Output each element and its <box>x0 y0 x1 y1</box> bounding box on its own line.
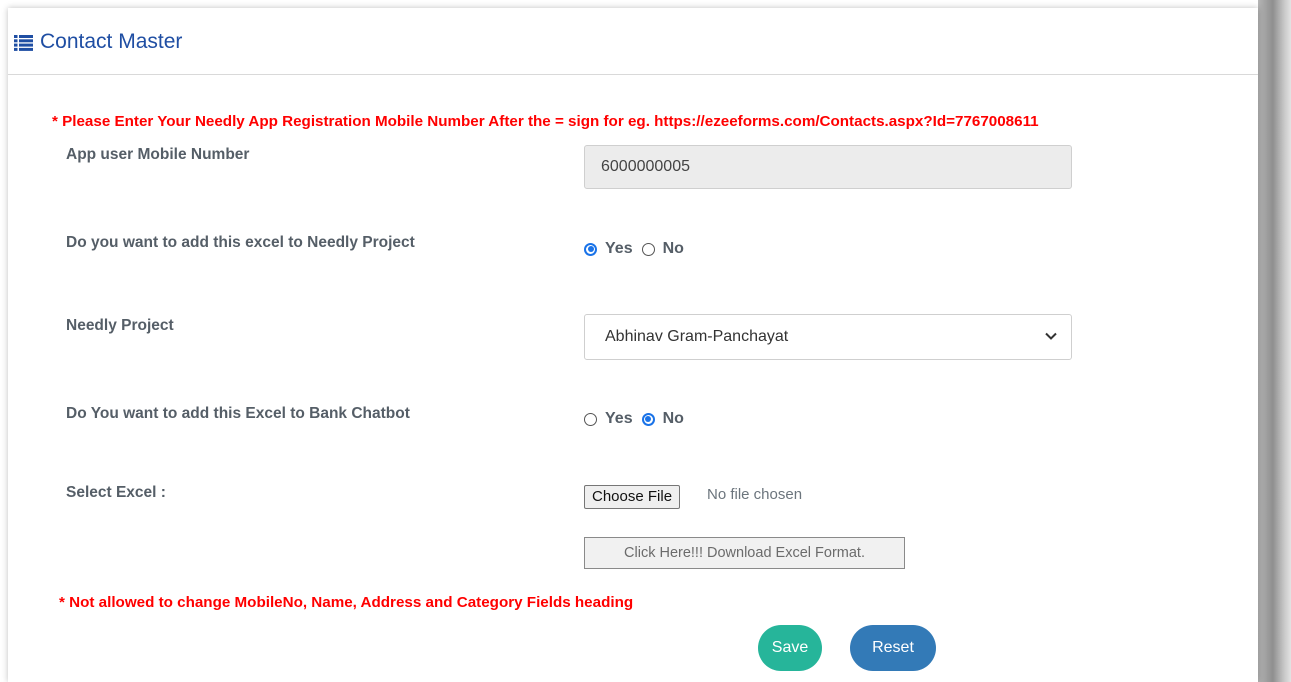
page-title: Contact Master <box>40 30 183 53</box>
reset-button[interactable]: Reset <box>850 625 936 671</box>
panel-header: Contact Master <box>8 8 1258 75</box>
add-to-bank-yes-radio[interactable] <box>584 412 597 426</box>
download-excel-format-button[interactable]: Click Here!!! Download Excel Format. <box>584 537 905 569</box>
mobile-number-notice: * Please Enter Your Needly App Registrat… <box>52 113 1039 130</box>
mobile-number-label: App user Mobile Number <box>66 146 250 163</box>
fields-heading-notice: * Not allowed to change MobileNo, Name, … <box>59 594 634 611</box>
add-to-bank-radio-group: Yes No <box>584 410 693 428</box>
list-icon <box>14 35 33 51</box>
contact-master-panel: Contact Master * Please Enter Your Needl… <box>8 8 1258 682</box>
select-excel-label: Select Excel : <box>66 484 166 501</box>
add-to-project-radio-group: Yes No <box>584 240 693 258</box>
choose-file-button[interactable]: Choose File <box>584 485 681 509</box>
needly-project-label: Needly Project <box>66 317 174 334</box>
chevron-down-icon <box>1045 332 1057 340</box>
add-to-bank-no-label[interactable]: No <box>663 410 684 428</box>
add-to-project-yes-label[interactable]: Yes <box>605 240 633 258</box>
file-status-text: No file chosen <box>707 486 803 503</box>
add-to-bank-label: Do You want to add this Excel to Bank Ch… <box>66 405 410 422</box>
add-to-bank-no-radio[interactable] <box>641 412 655 426</box>
add-to-project-yes-radio[interactable] <box>584 242 597 256</box>
needly-project-selected-value: Abhinav Gram-Panchayat <box>605 328 789 345</box>
add-to-project-no-radio[interactable] <box>641 242 655 256</box>
add-to-project-label: Do you want to add this excel to Needly … <box>66 234 415 251</box>
needly-project-select[interactable]: Abhinav Gram-Panchayat <box>584 314 1072 360</box>
mobile-number-field[interactable]: 6000000005 <box>584 145 1072 189</box>
save-button[interactable]: Save <box>758 625 822 671</box>
add-to-bank-yes-label[interactable]: Yes <box>605 410 633 428</box>
window-edge-shadow <box>1258 0 1291 682</box>
add-to-project-no-label[interactable]: No <box>663 240 684 258</box>
